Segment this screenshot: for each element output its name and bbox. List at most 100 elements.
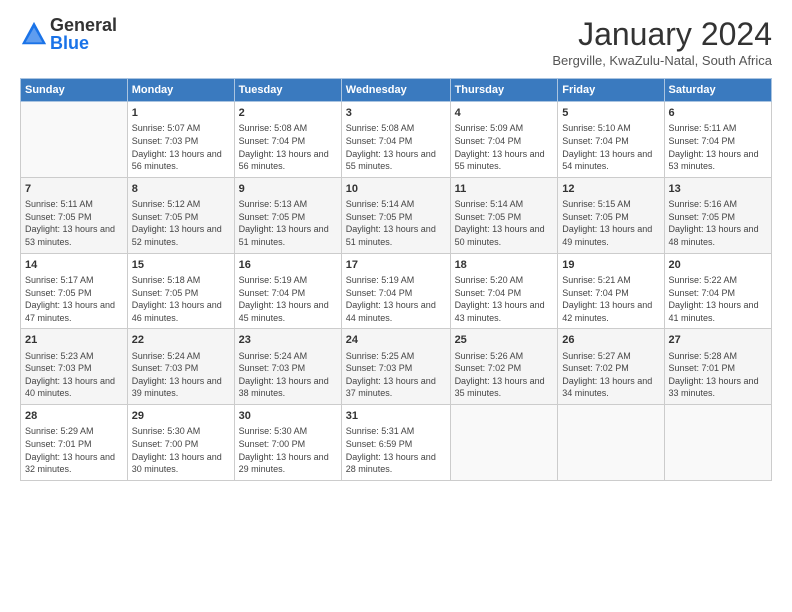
day-info: Sunrise: 5:16 AMSunset: 7:05 PMDaylight:…: [669, 198, 767, 248]
day-number: 15: [132, 258, 230, 273]
day-info: Sunrise: 5:30 AMSunset: 7:00 PMDaylight:…: [132, 425, 230, 475]
calendar-cell: 7Sunrise: 5:11 AMSunset: 7:05 PMDaylight…: [21, 177, 128, 253]
day-info: Sunrise: 5:28 AMSunset: 7:01 PMDaylight:…: [669, 350, 767, 400]
header-wednesday: Wednesday: [341, 79, 450, 102]
calendar-cell: [21, 102, 128, 178]
day-info: Sunrise: 5:11 AMSunset: 7:05 PMDaylight:…: [25, 198, 123, 248]
day-number: 24: [346, 333, 446, 348]
day-info: Sunrise: 5:30 AMSunset: 7:00 PMDaylight:…: [239, 425, 337, 475]
day-number: 13: [669, 182, 767, 197]
calendar-cell: 24Sunrise: 5:25 AMSunset: 7:03 PMDayligh…: [341, 329, 450, 405]
header-monday: Monday: [127, 79, 234, 102]
header: General Blue January 2024 Bergville, Kwa…: [20, 16, 772, 68]
day-number: 29: [132, 409, 230, 424]
day-number: 28: [25, 409, 123, 424]
header-sunday: Sunday: [21, 79, 128, 102]
calendar-cell: 31Sunrise: 5:31 AMSunset: 6:59 PMDayligh…: [341, 405, 450, 481]
calendar-cell: 23 Sunrise: 5:24 AMSunset: 7:03 PMDayligh…: [234, 329, 341, 405]
calendar-cell: 2Sunrise: 5:08 AMSunset: 7:04 PMDaylight…: [234, 102, 341, 178]
calendar-cell: [450, 405, 558, 481]
calendar-cell: 19Sunrise: 5:21 AMSunset: 7:04 PMDayligh…: [558, 253, 664, 329]
day-info: Sunrise: 5:24 AMSunset: 7:03 PMDaylight:…: [239, 350, 337, 400]
calendar-title: January 2024: [552, 16, 772, 53]
logo-blue-text: Blue: [50, 34, 117, 52]
day-number: 16: [239, 258, 337, 273]
calendar-cell: 8Sunrise: 5:12 AMSunset: 7:05 PMDaylight…: [127, 177, 234, 253]
calendar-cell: 29Sunrise: 5:30 AMSunset: 7:00 PMDayligh…: [127, 405, 234, 481]
calendar-week-row-2: 14Sunrise: 5:17 AMSunset: 7:05 PMDayligh…: [21, 253, 772, 329]
calendar-week-row-4: 28Sunrise: 5:29 AMSunset: 7:01 PMDayligh…: [21, 405, 772, 481]
calendar-cell: 11Sunrise: 5:14 AMSunset: 7:05 PMDayligh…: [450, 177, 558, 253]
calendar-cell: 22Sunrise: 5:24 AMSunset: 7:03 PMDayligh…: [127, 329, 234, 405]
calendar-cell: 9Sunrise: 5:13 AMSunset: 7:05 PMDaylight…: [234, 177, 341, 253]
day-info: Sunrise: 5:18 AMSunset: 7:05 PMDaylight:…: [132, 274, 230, 324]
day-number: 18: [455, 258, 554, 273]
day-info: Sunrise: 5:31 AMSunset: 6:59 PMDaylight:…: [346, 425, 446, 475]
calendar-week-row-0: 1Sunrise: 5:07 AMSunset: 7:03 PMDaylight…: [21, 102, 772, 178]
day-number: 20: [669, 258, 767, 273]
calendar-cell: 12Sunrise: 5:15 AMSunset: 7:05 PMDayligh…: [558, 177, 664, 253]
calendar-week-row-1: 7Sunrise: 5:11 AMSunset: 7:05 PMDaylight…: [21, 177, 772, 253]
header-tuesday: Tuesday: [234, 79, 341, 102]
day-info: Sunrise: 5:13 AMSunset: 7:05 PMDaylight:…: [239, 198, 337, 248]
day-number: 27: [669, 333, 767, 348]
title-block: January 2024 Bergville, KwaZulu-Natal, S…: [552, 16, 772, 68]
day-info: Sunrise: 5:12 AMSunset: 7:05 PMDaylight:…: [132, 198, 230, 248]
calendar-cell: 20Sunrise: 5:22 AMSunset: 7:04 PMDayligh…: [664, 253, 771, 329]
day-number: 5: [562, 106, 659, 121]
day-info: Sunrise: 5:29 AMSunset: 7:01 PMDaylight:…: [25, 425, 123, 475]
calendar-cell: 6Sunrise: 5:11 AMSunset: 7:04 PMDaylight…: [664, 102, 771, 178]
day-number: 30: [239, 409, 337, 424]
day-info: Sunrise: 5:19 AMSunset: 7:04 PMDaylight:…: [346, 274, 446, 324]
day-number: 1: [132, 106, 230, 121]
day-number: 8: [132, 182, 230, 197]
day-info: Sunrise: 5:23 AMSunset: 7:03 PMDaylight:…: [25, 350, 123, 400]
day-info: Sunrise: 5:21 AMSunset: 7:04 PMDaylight:…: [562, 274, 659, 324]
day-info: Sunrise: 5:26 AMSunset: 7:02 PMDaylight:…: [455, 350, 554, 400]
calendar-header-row: Sunday Monday Tuesday Wednesday Thursday…: [21, 79, 772, 102]
day-number: 21: [25, 333, 123, 348]
calendar-cell: 13Sunrise: 5:16 AMSunset: 7:05 PMDayligh…: [664, 177, 771, 253]
day-number: 22: [132, 333, 230, 348]
day-number: 2: [239, 106, 337, 121]
day-number: 17: [346, 258, 446, 273]
calendar-cell: [664, 405, 771, 481]
day-number: 23: [239, 333, 337, 348]
calendar-week-row-3: 21 Sunrise: 5:23 AMSunset: 7:03 PMDayligh…: [21, 329, 772, 405]
calendar-cell: 1Sunrise: 5:07 AMSunset: 7:03 PMDaylight…: [127, 102, 234, 178]
day-number: 12: [562, 182, 659, 197]
day-info: Sunrise: 5:11 AMSunset: 7:04 PMDaylight:…: [669, 122, 767, 172]
day-info: Sunrise: 5:14 AMSunset: 7:05 PMDaylight:…: [346, 198, 446, 248]
calendar-table: Sunday Monday Tuesday Wednesday Thursday…: [20, 78, 772, 481]
header-saturday: Saturday: [664, 79, 771, 102]
day-info: Sunrise: 5:22 AMSunset: 7:04 PMDaylight:…: [669, 274, 767, 324]
calendar-cell: [558, 405, 664, 481]
header-friday: Friday: [558, 79, 664, 102]
day-info: Sunrise: 5:20 AMSunset: 7:04 PMDaylight:…: [455, 274, 554, 324]
day-info: Sunrise: 5:14 AMSunset: 7:05 PMDaylight:…: [455, 198, 554, 248]
calendar-cell: 28Sunrise: 5:29 AMSunset: 7:01 PMDayligh…: [21, 405, 128, 481]
day-number: 31: [346, 409, 446, 424]
day-info: Sunrise: 5:27 AMSunset: 7:02 PMDaylight:…: [562, 350, 659, 400]
calendar-cell: 16Sunrise: 5:19 AMSunset: 7:04 PMDayligh…: [234, 253, 341, 329]
calendar-cell: 25Sunrise: 5:26 AMSunset: 7:02 PMDayligh…: [450, 329, 558, 405]
calendar-cell: 17Sunrise: 5:19 AMSunset: 7:04 PMDayligh…: [341, 253, 450, 329]
day-info: Sunrise: 5:08 AMSunset: 7:04 PMDaylight:…: [346, 122, 446, 172]
day-number: 14: [25, 258, 123, 273]
calendar-cell: 14Sunrise: 5:17 AMSunset: 7:05 PMDayligh…: [21, 253, 128, 329]
calendar-cell: 26Sunrise: 5:27 AMSunset: 7:02 PMDayligh…: [558, 329, 664, 405]
logo-text: General Blue: [50, 16, 117, 52]
calendar-cell: 4Sunrise: 5:09 AMSunset: 7:04 PMDaylight…: [450, 102, 558, 178]
day-number: 7: [25, 182, 123, 197]
calendar-cell: 10Sunrise: 5:14 AMSunset: 7:05 PMDayligh…: [341, 177, 450, 253]
calendar-cell: 5Sunrise: 5:10 AMSunset: 7:04 PMDaylight…: [558, 102, 664, 178]
logo-icon: [20, 20, 48, 48]
day-number: 10: [346, 182, 446, 197]
header-thursday: Thursday: [450, 79, 558, 102]
calendar-subtitle: Bergville, KwaZulu-Natal, South Africa: [552, 53, 772, 68]
day-number: 3: [346, 106, 446, 121]
day-number: 9: [239, 182, 337, 197]
day-number: 19: [562, 258, 659, 273]
calendar-cell: 30Sunrise: 5:30 AMSunset: 7:00 PMDayligh…: [234, 405, 341, 481]
day-number: 6: [669, 106, 767, 121]
